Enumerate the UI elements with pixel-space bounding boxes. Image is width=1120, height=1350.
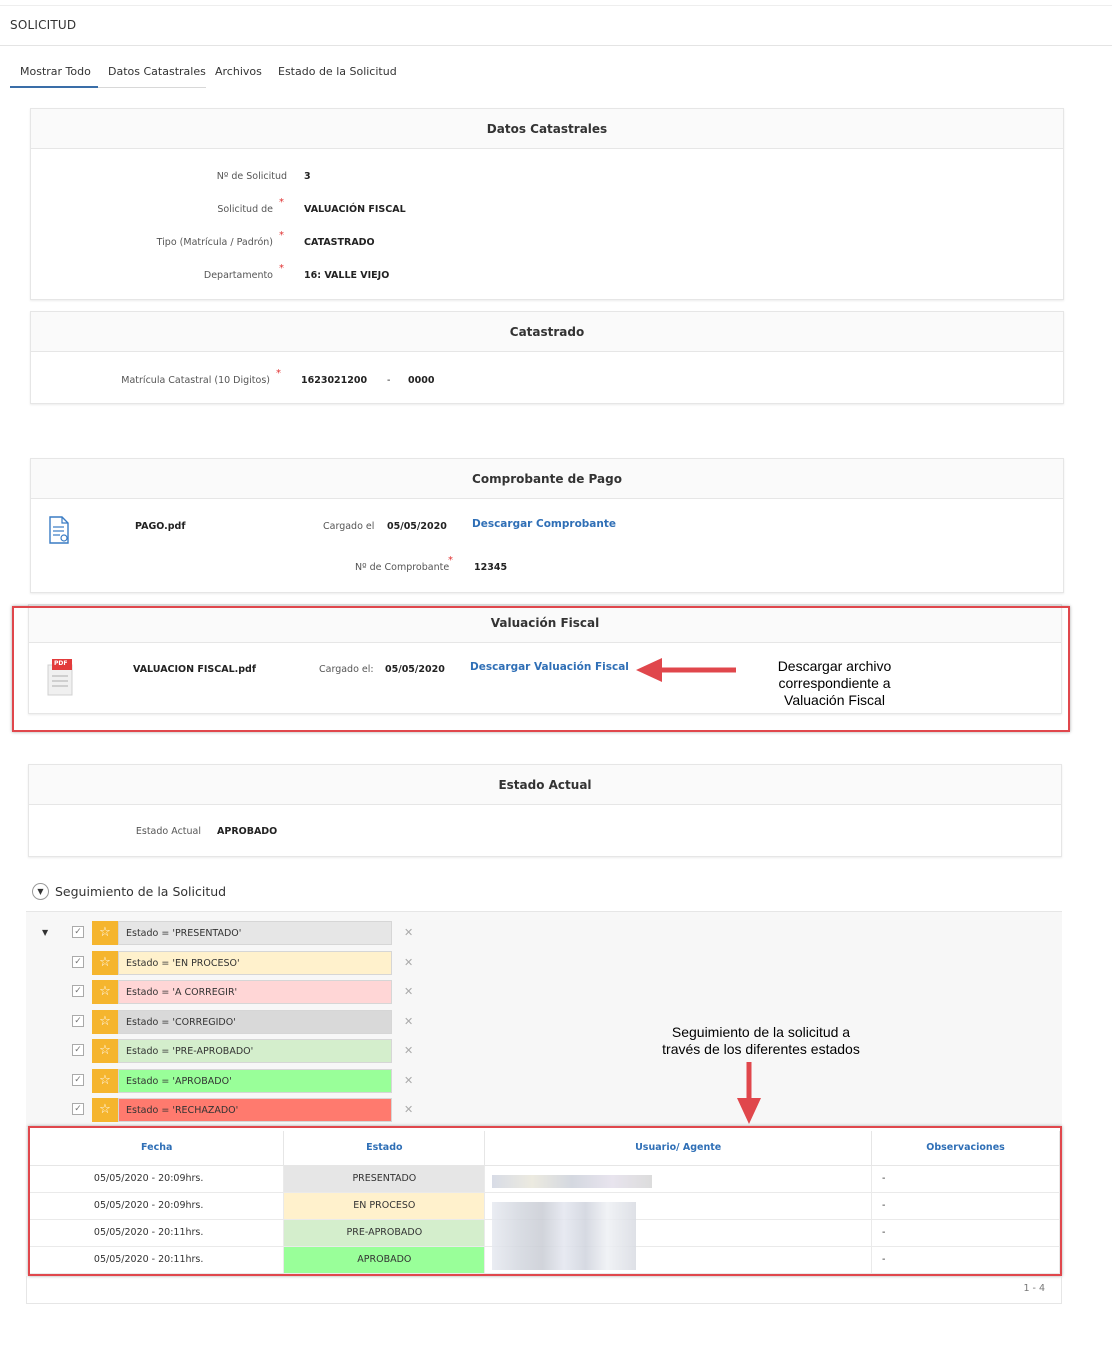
filter-label[interactable]: Estado = 'RECHAZADO' [118, 1098, 392, 1122]
star-icon: ☆ [92, 951, 118, 975]
star-icon: ☆ [92, 1098, 118, 1122]
pago-uploaded-label: Cargado el [323, 521, 375, 532]
tipo-value: CATASTRADO [304, 237, 375, 248]
solicitud-number-label: Nº de Solicitud [216, 171, 287, 182]
required-marker: * [448, 555, 453, 566]
matricula-value: 1623021200 [301, 375, 368, 386]
filter-label[interactable]: Estado = 'A CORREGIR' [118, 980, 392, 1004]
filter-label[interactable]: Estado = 'EN PROCESO' [118, 951, 392, 975]
tab-datos-catastrales[interactable]: Datos Catastrales [108, 62, 206, 88]
filter-panel: ▼ ✓ ☆ Estado = 'PRESENTADO' ✕ ✓ ☆ Estado… [26, 911, 1062, 1127]
tab-estado-solicitud[interactable]: Estado de la Solicitud [278, 62, 397, 88]
star-icon: ☆ [92, 1069, 118, 1093]
required-marker: * [279, 197, 284, 208]
pago-uploaded-date: 05/05/2020 [387, 521, 447, 532]
numero-comprobante-value: 12345 [474, 562, 508, 573]
departamento-value: 16: VALLE VIEJO [304, 270, 390, 281]
pago-file-name: PAGO.pdf [135, 521, 186, 532]
numero-comprobante-label: Nº de Comprobante [355, 562, 450, 573]
remove-filter-icon[interactable]: ✕ [404, 1098, 420, 1122]
tab-archivos[interactable]: Archivos [215, 62, 262, 88]
datos-catastrales-card: Datos Catastrales Nº de Solicitud 3 Soli… [30, 108, 1064, 300]
descargar-comprobante-link[interactable]: Descargar Comprobante [472, 518, 616, 530]
estado-actual-value: APROBADO [217, 826, 278, 837]
annotation-download-text: Descargar archivo correspondiente a Valu… [752, 658, 917, 709]
solicitud-de-label: Solicitud de [217, 204, 273, 215]
datos-catastrales-title: Datos Catastrales [31, 109, 1063, 149]
annotation-line: través de los diferentes estados [662, 1041, 860, 1057]
top-bar: SOLICITUD [0, 5, 1112, 46]
filter-checkbox[interactable]: ✓ [72, 1044, 84, 1056]
star-icon: ☆ [92, 1010, 118, 1034]
annotation-line: Descargar archivo [777, 658, 892, 674]
departamento-label: Departamento [203, 270, 273, 281]
tab-mostrar-todo[interactable]: Mostrar Todo [10, 62, 98, 88]
remove-filter-icon[interactable]: ✕ [404, 1010, 420, 1034]
required-marker: * [279, 263, 284, 274]
table-footer: 1 - 4 [26, 1276, 1062, 1304]
solicitud-de-value: VALUACIÓN FISCAL [304, 204, 406, 215]
filter-checkbox[interactable]: ✓ [72, 1103, 84, 1115]
star-icon: ☆ [92, 1039, 118, 1063]
page-title: SOLICITUD [10, 18, 77, 32]
matricula-separator: - [387, 375, 391, 386]
annotation-line: correspondiente a [778, 675, 891, 691]
annotation-line: Seguimiento de la solicitud a [671, 1024, 851, 1040]
filter-checkbox[interactable]: ✓ [72, 985, 84, 997]
tab-divider [98, 87, 206, 88]
comprobante-card: Comprobante de Pago PAGO.pdf Cargado el … [30, 458, 1064, 593]
annotation-arrow-left [636, 658, 736, 682]
matricula-label: Matrícula Catastral (10 Digitos) [121, 375, 270, 386]
document-icon [48, 516, 70, 547]
catastrado-title: Catastrado [31, 312, 1063, 352]
filter-label[interactable]: Estado = 'CORREGIDO' [118, 1010, 392, 1034]
estado-actual-title: Estado Actual [29, 765, 1061, 805]
filter-checkbox[interactable]: ✓ [72, 956, 84, 968]
remove-filter-icon[interactable]: ✕ [404, 1069, 420, 1093]
required-marker: * [279, 230, 284, 241]
estado-actual-label: Estado Actual [135, 826, 201, 837]
annotation-tracking-text: Seguimiento de la solicitud a través de … [636, 1024, 886, 1058]
remove-filter-icon[interactable]: ✕ [404, 1039, 420, 1063]
filter-checkbox[interactable]: ✓ [72, 926, 84, 938]
filter-label[interactable]: Estado = 'APROBADO' [118, 1069, 392, 1093]
collapse-toggle-icon[interactable]: ▼ [32, 883, 49, 900]
matricula-suffix: 0000 [408, 375, 435, 386]
remove-filter-icon[interactable]: ✕ [404, 921, 420, 945]
annotation-arrow-down [737, 1062, 761, 1124]
pagination-label: 1 - 4 [1023, 1283, 1045, 1294]
star-icon: ☆ [92, 921, 118, 945]
estado-actual-card: Estado Actual Estado Actual APROBADO [28, 764, 1062, 857]
required-marker: * [276, 368, 281, 379]
tipo-label: Tipo (Matrícula / Padrón) [156, 237, 273, 248]
filter-checkbox[interactable]: ✓ [72, 1074, 84, 1086]
seguimiento-title: Seguimiento de la Solicitud [55, 884, 227, 899]
star-icon: ☆ [92, 980, 118, 1004]
solicitud-number-value: 3 [304, 171, 311, 182]
filter-checkbox[interactable]: ✓ [72, 1015, 84, 1027]
annotation-line: Valuación Fiscal [784, 692, 885, 708]
expand-filters-icon[interactable]: ▼ [42, 928, 48, 937]
catastrado-card: Catastrado Matrícula Catastral (10 Digit… [30, 311, 1064, 404]
filter-label[interactable]: Estado = 'PRESENTADO' [118, 921, 392, 945]
annotation-highlight-table [28, 1126, 1062, 1276]
remove-filter-icon[interactable]: ✕ [404, 951, 420, 975]
filter-label[interactable]: Estado = 'PRE-APROBADO' [118, 1039, 392, 1063]
remove-filter-icon[interactable]: ✕ [404, 980, 420, 1004]
comprobante-title: Comprobante de Pago [31, 459, 1063, 499]
